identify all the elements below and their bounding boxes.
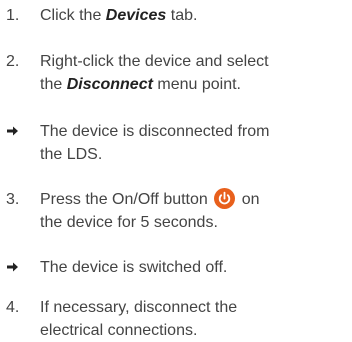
step-number: 1.: [6, 7, 20, 24]
step-text: Press the On/Off button on the device fo…: [40, 188, 348, 234]
step-text-part: Right-click the device and select: [40, 53, 269, 70]
step-number: 3.: [6, 191, 20, 208]
instruction-list: 1. Click the Devices tab. 2. Right-click…: [0, 0, 352, 342]
step-text-part: Click the: [40, 7, 106, 24]
disconnect-menu-reference: Disconnect: [66, 76, 153, 93]
step-text-part: electrical connections.: [40, 322, 198, 339]
step-text-part: If necessary, disconnect the: [40, 299, 238, 316]
step-text-part: menu point.: [152, 76, 241, 93]
step-text-part: the device for 5 seconds.: [40, 214, 218, 231]
step-text: Right-click the device and select the Di…: [40, 50, 348, 96]
devices-tab-reference: Devices: [105, 7, 167, 24]
result-text: The device is switched off.: [40, 259, 228, 276]
step-text: Click the Devices tab.: [40, 4, 348, 27]
result-text: The device is disconnected from the LDS.: [40, 120, 348, 166]
step-text-part: Press the On/Off button: [40, 191, 213, 208]
step-text-part: tab.: [166, 7, 198, 24]
right-arrow-icon: [6, 256, 36, 273]
step-number: 4.: [6, 299, 20, 316]
power-button-icon: [214, 188, 236, 209]
step-text: If necessary, disconnect the electrical …: [40, 296, 348, 342]
result-text-part: the LDS.: [40, 146, 103, 163]
step-number: 2.: [6, 53, 20, 70]
right-arrow-icon: [6, 120, 36, 137]
step-text-part: on: [237, 191, 260, 208]
step-text-part: the: [40, 76, 67, 93]
result-text-part: The device is disconnected from: [40, 123, 270, 140]
